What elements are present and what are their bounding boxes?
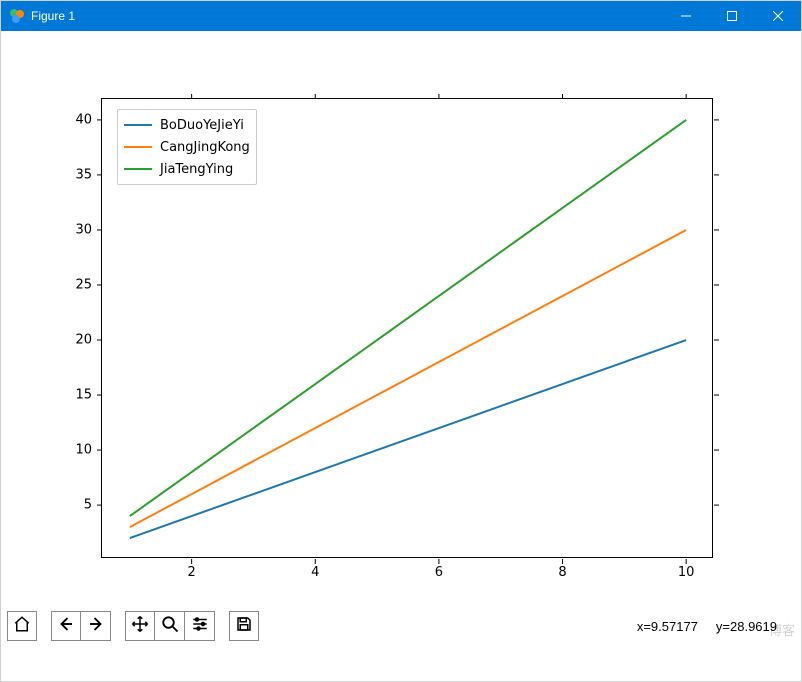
save-icon [235,615,253,638]
legend-entry: CangJingKong [124,136,250,158]
legend-entry: BoDuoYeJieYi [124,114,250,136]
cursor-x: x=9.57177 [637,619,698,634]
home-icon [13,615,31,638]
series-line [130,230,686,527]
maximize-button[interactable] [709,1,755,31]
close-button[interactable] [755,1,801,31]
legend-label: CangJingKong [160,140,250,155]
y-tick-label: 35 [75,167,92,182]
y-tick-label: 20 [75,333,92,348]
legend-label: BoDuoYeJieYi [160,118,244,133]
window-title: Figure 1 [31,9,75,23]
zoom-icon [161,615,179,638]
cursor-y: y=28.9619 [716,619,777,634]
home-button[interactable] [7,611,37,641]
legend-swatch-icon [124,146,152,148]
legend-entry: JiaTengYing [124,158,250,180]
configure-button[interactable] [185,611,215,641]
legend-swatch-icon [124,124,152,126]
y-tick-label: 10 [75,443,92,458]
zoom-button[interactable] [155,611,185,641]
x-tick-label: 8 [558,565,566,580]
figure-canvas[interactable]: BoDuoYeJieYi CangJingKong JiaTengYing 2 4 6 8… [1,31,801,645]
x-tick-label: 4 [311,565,319,580]
forward-button[interactable] [81,611,111,641]
move-icon [131,615,149,638]
back-button[interactable] [51,611,81,641]
pan-button[interactable] [125,611,155,641]
x-tick-label: 6 [435,565,443,580]
legend-label: JiaTengYing [160,162,233,177]
save-button[interactable] [229,611,259,641]
axes: BoDuoYeJieYiCangJingKongJiaTengYing 2468… [101,98,713,558]
legend: BoDuoYeJieYi CangJingKong JiaTengYing [117,109,257,185]
minimize-button[interactable] [663,1,709,31]
x-tick-label: 2 [187,565,195,580]
y-tick-label: 40 [75,112,92,127]
y-tick-label: 30 [75,222,92,237]
window-titlebar: Figure 1 [1,1,801,31]
app-icon [9,8,25,24]
arrow-left-icon [57,615,75,638]
arrow-right-icon [87,615,105,638]
y-tick-label: 5 [84,498,92,513]
y-tick-label: 15 [75,388,92,403]
x-tick-label: 10 [678,565,695,580]
y-tick-label: 25 [75,277,92,292]
series-line [130,340,686,538]
nav-toolbar: x=9.57177 y=28.9619 [1,607,801,645]
sliders-icon [191,615,209,638]
legend-swatch-icon [124,168,152,170]
